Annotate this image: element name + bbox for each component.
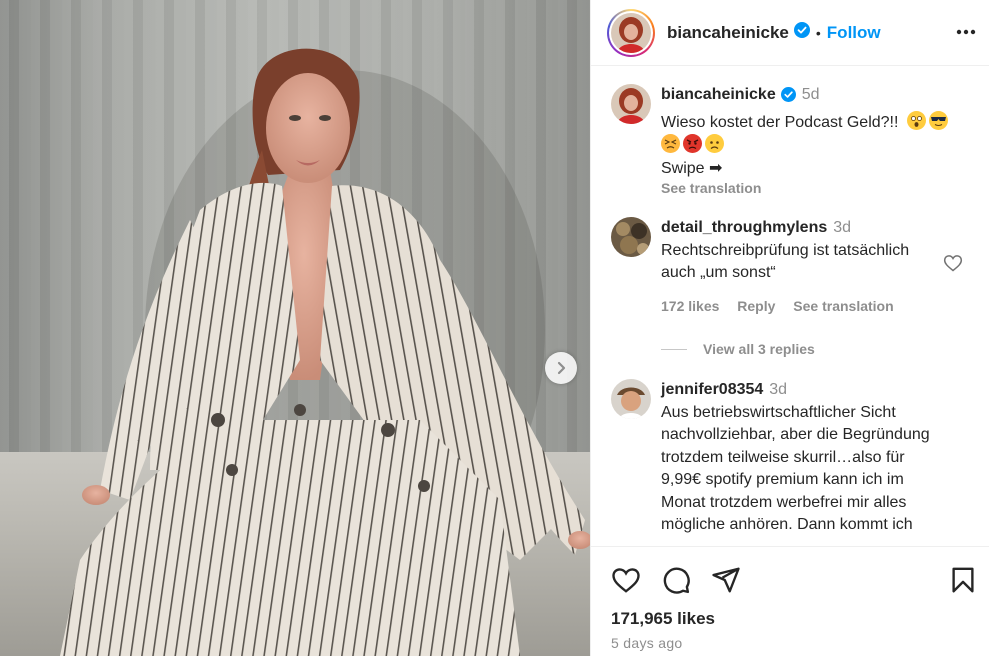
persevering-face-icon: [661, 134, 680, 153]
sunglasses-face-icon: [928, 110, 948, 130]
header-username[interactable]: biancaheinicke: [667, 23, 789, 43]
worried-face-icon: [705, 134, 724, 153]
comment-time[interactable]: 3d: [769, 381, 787, 398]
view-replies-button[interactable]: View all 3 replies: [661, 341, 815, 357]
bookmark-icon[interactable]: [948, 565, 978, 595]
caption-text: Wieso kostet der Podcast Geld?!!: [661, 113, 899, 131]
comment-icon[interactable]: [661, 565, 691, 595]
comment-username[interactable]: jennifer08354: [661, 381, 763, 398]
share-icon[interactable]: [711, 565, 741, 595]
view-replies-label: View all 3 replies: [703, 341, 815, 357]
follow-button[interactable]: Follow: [827, 23, 881, 43]
post-likes-count[interactable]: 171,965 likes: [611, 609, 715, 629]
caption-time[interactable]: 5d: [802, 86, 820, 103]
post-actions: 171,965 likes 5 days ago: [591, 546, 989, 656]
post-photo: [60, 48, 590, 656]
post-side-panel: biancaheinicke • Follow biancaheinicke 5d: [590, 0, 989, 656]
comment-text: Aus betriebswirtschaftlicher Sicht nachv…: [661, 403, 930, 534]
separator-dot: •: [815, 24, 821, 41]
verified-badge-icon: [780, 87, 796, 110]
next-slide-button[interactable]: [545, 352, 577, 384]
post-header: biancaheinicke • Follow: [591, 0, 989, 66]
astonished-face-icon: [906, 110, 926, 130]
angry-face-icon: [683, 134, 702, 153]
commenter-avatar[interactable]: [611, 217, 651, 257]
chevron-right-icon: [557, 361, 566, 375]
comment-likes[interactable]: 172 likes: [661, 298, 719, 314]
comment-see-translation[interactable]: See translation: [793, 298, 893, 314]
story-ring[interactable]: [607, 8, 655, 57]
comments-scroll-area[interactable]: biancaheinicke 5d Wieso kostet der Podcas…: [591, 67, 989, 546]
comment-text: Rechtschreibprüfung ist tatsächlich auch…: [661, 241, 910, 282]
caption-username[interactable]: biancaheinicke: [661, 86, 776, 103]
replies-divider: [661, 348, 687, 350]
caption-see-translation[interactable]: See translation: [661, 177, 951, 200]
avatar: [611, 12, 651, 53]
caption-avatar[interactable]: [611, 84, 651, 124]
commenter-avatar[interactable]: [611, 379, 651, 419]
comment-time[interactable]: 3d: [833, 219, 851, 236]
more-options-icon[interactable]: [954, 20, 978, 44]
verified-badge-icon: [793, 22, 810, 43]
comment-username[interactable]: detail_throughmylens: [661, 219, 827, 236]
post-timestamp[interactable]: 5 days ago: [611, 635, 683, 651]
like-comment-icon[interactable]: [943, 253, 963, 278]
post-media[interactable]: [0, 0, 590, 656]
reply-button[interactable]: Reply: [737, 298, 775, 314]
heart-icon[interactable]: [611, 565, 641, 595]
